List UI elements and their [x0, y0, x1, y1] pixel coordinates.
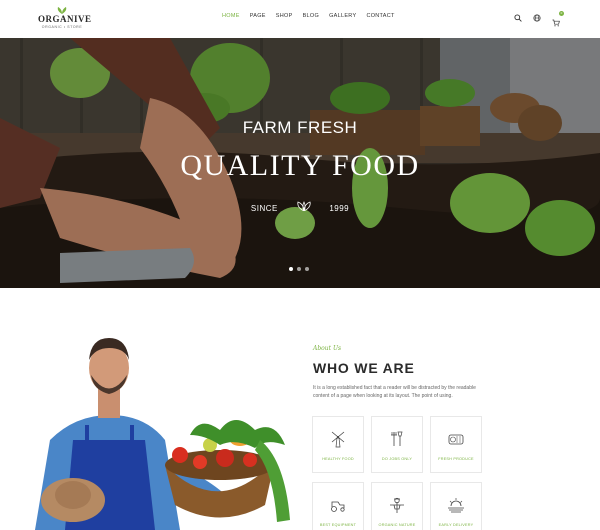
feature-label: HEALTHY FOOD — [322, 457, 354, 461]
feature-do-jobs-only[interactable]: DO JOBS ONLY — [371, 416, 423, 473]
feature-early-delivery[interactable]: EARLY DELIVERY — [430, 482, 482, 530]
slider-dot-3[interactable] — [305, 267, 309, 271]
nav-shop[interactable]: SHOP — [276, 13, 293, 19]
cart-icon — [552, 19, 560, 27]
main-nav: HOME PAGE SHOP BLOG GALLERY CONTACT — [222, 13, 405, 19]
search-icon[interactable] — [514, 14, 522, 22]
about-tag: About Us — [313, 345, 342, 352]
scarecrow-icon — [390, 497, 404, 513]
nav-gallery[interactable]: GALLERY — [329, 13, 356, 19]
nav-blog[interactable]: BLOG — [303, 13, 319, 19]
leaf-divider-icon — [296, 201, 311, 212]
hero-title: QUALITY FOOD — [180, 149, 420, 182]
hay-bale-icon — [448, 434, 464, 445]
feature-label: EARLY DELIVERY — [438, 523, 474, 527]
feature-healthy-food[interactable]: HEALTHY FOOD — [312, 416, 364, 473]
hero-subtitle: FARM FRESH — [242, 118, 358, 137]
slider-dot-1[interactable] — [289, 267, 293, 271]
globe-icon[interactable] — [533, 14, 541, 22]
header-actions: 0 — [514, 11, 564, 27]
hero-slider[interactable]: FARM FRESH QUALITY FOOD SINCE 1999 — [0, 38, 600, 288]
windmill-icon — [331, 431, 345, 448]
tractor-icon — [331, 501, 345, 512]
feature-organic-nature[interactable]: ORGANIC NATURE — [371, 482, 423, 530]
nav-contact[interactable]: CONTACT — [366, 13, 394, 19]
site-header: ORGANIVE ORGANIC • STORE HOME PAGE SHOP … — [0, 0, 600, 38]
leaf-logo-icon — [57, 7, 67, 14]
nav-home[interactable]: HOME — [222, 13, 240, 19]
brand-tagline: ORGANIC • STORE — [41, 25, 83, 29]
slider-dot-2[interactable] — [297, 267, 301, 271]
brand-name: ORGANIVE — [38, 14, 92, 24]
slider-dots — [289, 267, 309, 271]
farmer-with-basket-image — [35, 338, 290, 530]
feature-label: DO JOBS ONLY — [381, 457, 413, 461]
feature-label: BEST EQUIPMENT — [319, 523, 357, 527]
hero-since: SINCE 1999 — [0, 201, 600, 213]
feature-fresh-produce[interactable]: FRESH PRODUCE — [430, 416, 482, 473]
feature-best-equipment[interactable]: BEST EQUIPMENT — [312, 482, 364, 530]
cart-button[interactable]: 0 — [552, 11, 564, 27]
about-text: It is a long established fact that a rea… — [313, 385, 476, 399]
cart-count-badge: 0 — [559, 11, 564, 16]
since-label: SINCE — [250, 204, 278, 214]
since-year: 1999 — [329, 204, 350, 214]
sunrise-field-icon — [448, 498, 464, 513]
logo[interactable]: ORGANIVE ORGANIC • STORE — [38, 6, 92, 34]
garden-tools-icon — [391, 431, 403, 446]
feature-label: ORGANIC NATURE — [378, 523, 416, 527]
about-title: WHO WE ARE — [313, 360, 415, 376]
nav-page[interactable]: PAGE — [250, 13, 266, 19]
feature-label: FRESH PRODUCE — [438, 457, 474, 461]
